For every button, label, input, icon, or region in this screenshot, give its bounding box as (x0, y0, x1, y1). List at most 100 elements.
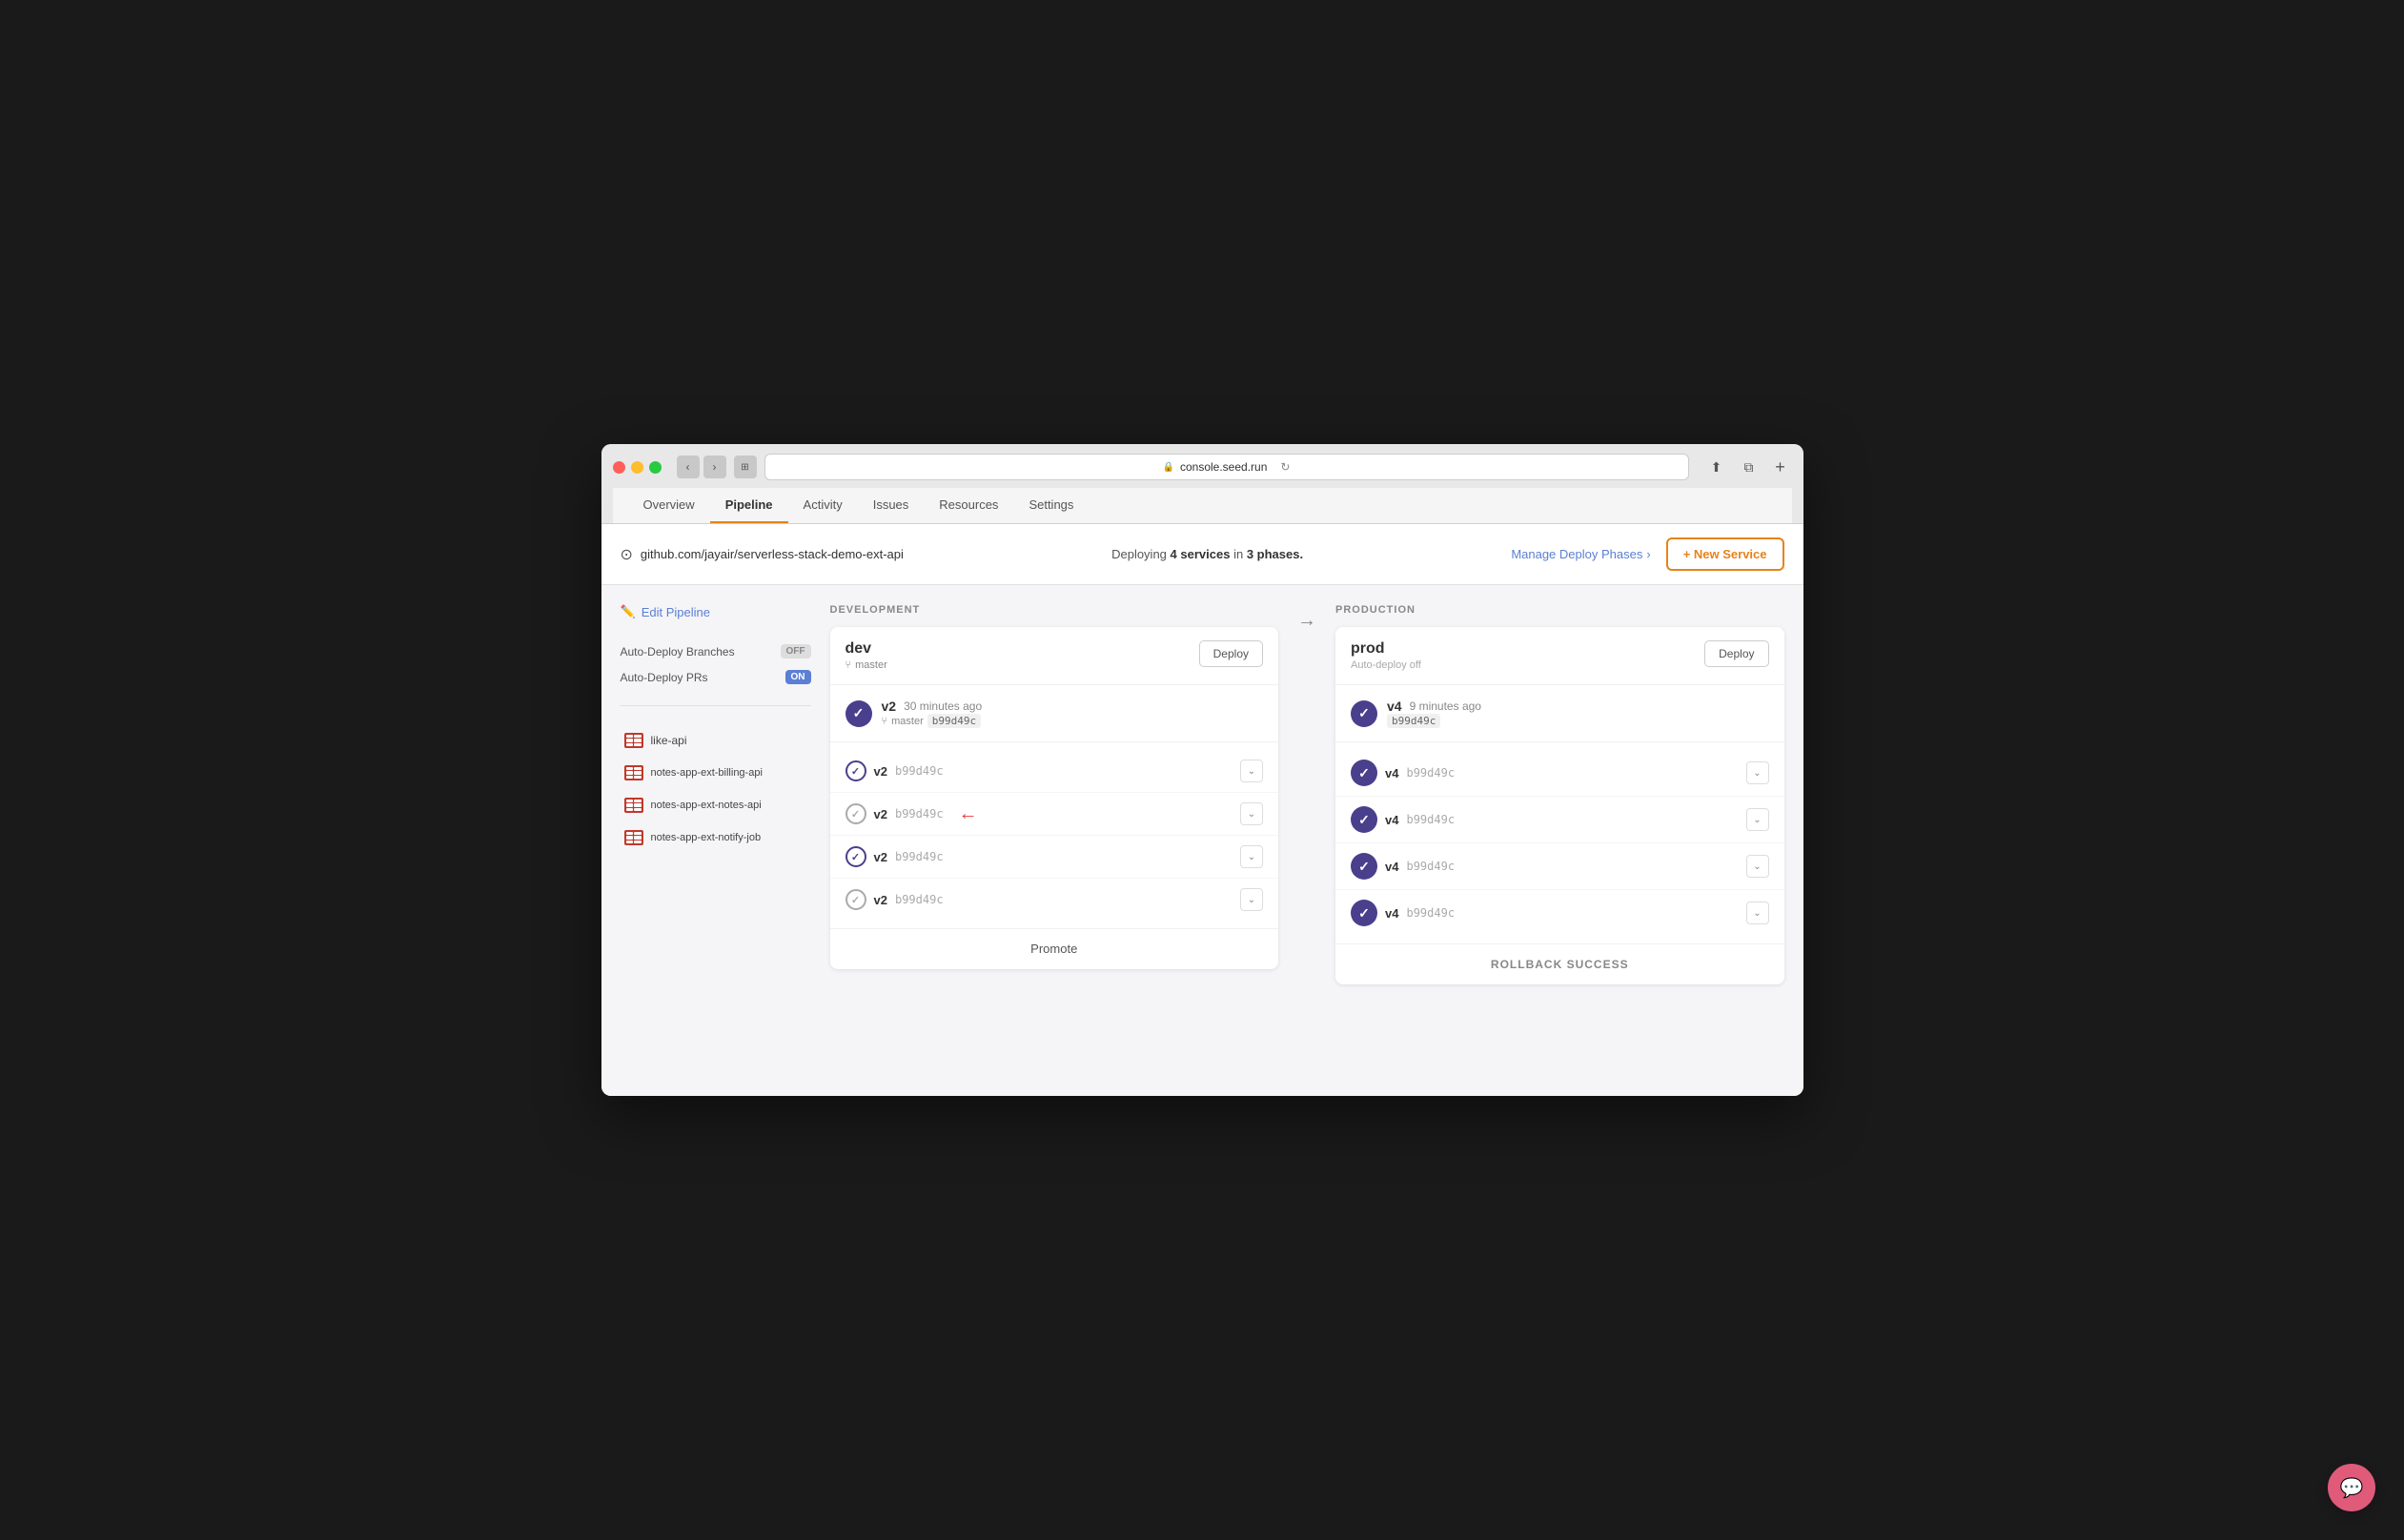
tab-resources[interactable]: Resources (924, 488, 1013, 523)
prod-svc4-expand-button[interactable]: ⌄ (1746, 902, 1769, 924)
table-row: v4 b99d49c ⌄ (1335, 797, 1784, 843)
new-tab-button[interactable]: + (1769, 456, 1792, 478)
prod-deploy-button[interactable]: Deploy (1704, 640, 1768, 667)
sidebar: ✏️ Edit Pipeline Auto-Deploy Branches OF… (621, 604, 811, 984)
prod-svc1-expand-button[interactable]: ⌄ (1746, 761, 1769, 784)
close-button[interactable] (613, 461, 625, 474)
auto-deploy-branches-setting: Auto-Deploy Branches OFF (621, 638, 811, 664)
browser-actions: ⬆ ⧉ (1704, 455, 1762, 479)
auto-deploy-prs-badge: ON (785, 670, 811, 684)
browser-window: ‹ › ⊞ 🔒 console.seed.run ↻ ⬆ ⧉ + Overvie… (601, 444, 1803, 1096)
dev-stage-info: dev ⑂ master (845, 640, 887, 671)
prod-latest-deploy: v4 9 minutes ago b99d49c (1335, 685, 1784, 742)
pipeline-area: DEVELOPMENT dev ⑂ master D (830, 604, 1784, 984)
forward-button[interactable]: › (703, 456, 726, 478)
promote-button[interactable]: Promote (1030, 942, 1077, 956)
sidebar-item-notify-job[interactable]: notes-app-ext-notify-job (621, 822, 811, 853)
tab-overview[interactable]: Overview (628, 488, 710, 523)
service-icon-billing-api (624, 765, 643, 780)
sidebar-item-billing-api[interactable]: notes-app-ext-billing-api (621, 758, 811, 788)
prod-svc2-check-icon (1351, 806, 1377, 833)
dev-latest-commit: b99d49c (927, 714, 981, 728)
tab-issues[interactable]: Issues (858, 488, 925, 523)
minimize-button[interactable] (631, 461, 643, 474)
auto-deploy-branches-badge: OFF (781, 644, 811, 659)
address-bar[interactable]: 🔒 console.seed.run ↻ (764, 454, 1689, 480)
prod-svc2-expand-button[interactable]: ⌄ (1746, 808, 1769, 831)
dev-svc1-expand-button[interactable]: ⌄ (1240, 760, 1263, 782)
prod-svc3-check-icon (1351, 853, 1377, 880)
prod-svc2-version: v4 (1385, 813, 1398, 827)
edit-pipeline-button[interactable]: ✏️ Edit Pipeline (621, 604, 811, 619)
table-row: v4 b99d49c ⌄ (1335, 750, 1784, 797)
dev-svc4-expand-button[interactable]: ⌄ (1240, 888, 1263, 911)
dev-svc4-check-icon (845, 889, 866, 910)
prod-svc4-check-icon (1351, 900, 1377, 926)
sidebar-item-like-api[interactable]: like-api (621, 725, 811, 756)
dev-latest-time: 30 minutes ago (904, 699, 982, 713)
prod-latest-info: v4 9 minutes ago b99d49c (1387, 699, 1481, 728)
browser-nav: Overview Pipeline Activity Issues Resour… (613, 488, 1792, 523)
dev-svc1-check-icon (845, 760, 866, 781)
prod-latest-check-icon (1351, 700, 1377, 727)
tab-activity[interactable]: Activity (788, 488, 858, 523)
browser-chrome: ‹ › ⊞ 🔒 console.seed.run ↻ ⬆ ⧉ + Overvie… (601, 444, 1803, 524)
prod-stage-footer: ROLLBACK SUCCESS (1335, 943, 1784, 984)
dev-svc2-expand-button[interactable]: ⌄ (1240, 802, 1263, 825)
maximize-button[interactable] (649, 461, 662, 474)
copy-button[interactable]: ⧉ (1737, 455, 1762, 479)
prod-stage-info: prod Auto-deploy off (1351, 640, 1421, 671)
dev-svc2-commit: b99d49c (895, 807, 944, 821)
dev-svc3-commit: b99d49c (895, 850, 944, 863)
manage-deploy-phases-button[interactable]: Manage Deploy Phases › (1511, 547, 1650, 561)
traffic-lights (613, 461, 662, 474)
prod-svc1-version: v4 (1385, 766, 1398, 780)
prod-latest-commit-info: b99d49c (1387, 714, 1481, 728)
table-row: v2 b99d49c ⌄ (830, 750, 1279, 793)
tab-pipeline[interactable]: Pipeline (710, 488, 788, 523)
table-row: v4 b99d49c ⌄ (1335, 843, 1784, 890)
deploy-info: Deploying 4 services in 3 phases. (919, 547, 1496, 561)
dev-stage-header: dev ⑂ master Deploy (830, 627, 1279, 685)
dev-latest-check-icon (845, 700, 872, 727)
prod-stage-header: prod Auto-deploy off Deploy (1335, 627, 1784, 685)
app-body: ⊙ github.com/jayair/serverless-stack-dem… (601, 524, 1803, 1096)
dev-latest-commit-info: ⑂ master b99d49c (882, 714, 983, 728)
prod-latest-commit: b99d49c (1387, 714, 1440, 728)
prod-svc3-expand-button[interactable]: ⌄ (1746, 855, 1769, 878)
lock-icon: 🔒 (1163, 462, 1174, 473)
service-icon-like-api (624, 733, 643, 748)
share-button[interactable]: ⬆ (1704, 455, 1729, 479)
dev-svc2-version: v2 (874, 807, 887, 821)
back-button[interactable]: ‹ (677, 456, 700, 478)
prod-latest-time: 9 minutes ago (1410, 699, 1481, 713)
tab-settings[interactable]: Settings (1013, 488, 1089, 523)
refresh-icon[interactable]: ↻ (1280, 460, 1290, 474)
dev-svc1-version: v2 (874, 764, 887, 779)
new-service-button[interactable]: + New Service (1666, 537, 1784, 571)
prod-svc3-commit: b99d49c (1406, 860, 1455, 873)
prod-svc3-version: v4 (1385, 860, 1398, 874)
dev-stage-branch: ⑂ master (845, 659, 887, 671)
dev-stage-card: dev ⑂ master Deploy (830, 627, 1279, 969)
pencil-icon: ✏️ (621, 604, 636, 619)
dev-svc3-check-icon (845, 846, 866, 867)
service-list: like-api notes-app-ext-billing-api notes… (621, 725, 811, 853)
prod-auto-deploy-label: Auto-deploy off (1351, 659, 1421, 671)
prod-svc2-commit: b99d49c (1406, 813, 1455, 826)
dev-svc3-expand-button[interactable]: ⌄ (1240, 845, 1263, 868)
branch-icon: ⑂ (845, 659, 852, 671)
chevron-right-icon: › (1646, 547, 1650, 561)
prod-svc4-commit: b99d49c (1406, 906, 1455, 920)
dev-stage-footer: Promote (830, 928, 1279, 969)
dev-deploy-button[interactable]: Deploy (1199, 640, 1263, 667)
repo-link[interactable]: ⊙ github.com/jayair/serverless-stack-dem… (621, 545, 904, 564)
dev-stage-name: dev (845, 640, 887, 658)
service-icon-notify-job (624, 830, 643, 845)
chat-bubble-button[interactable] (2328, 1464, 2375, 1511)
url-text: console.seed.run (1180, 460, 1267, 474)
sidebar-toggle-button[interactable]: ⊞ (734, 456, 757, 478)
sidebar-item-notes-api[interactable]: notes-app-ext-notes-api (621, 790, 811, 821)
repo-url: github.com/jayair/serverless-stack-demo-… (641, 547, 904, 561)
dev-svc4-commit: b99d49c (895, 893, 944, 906)
